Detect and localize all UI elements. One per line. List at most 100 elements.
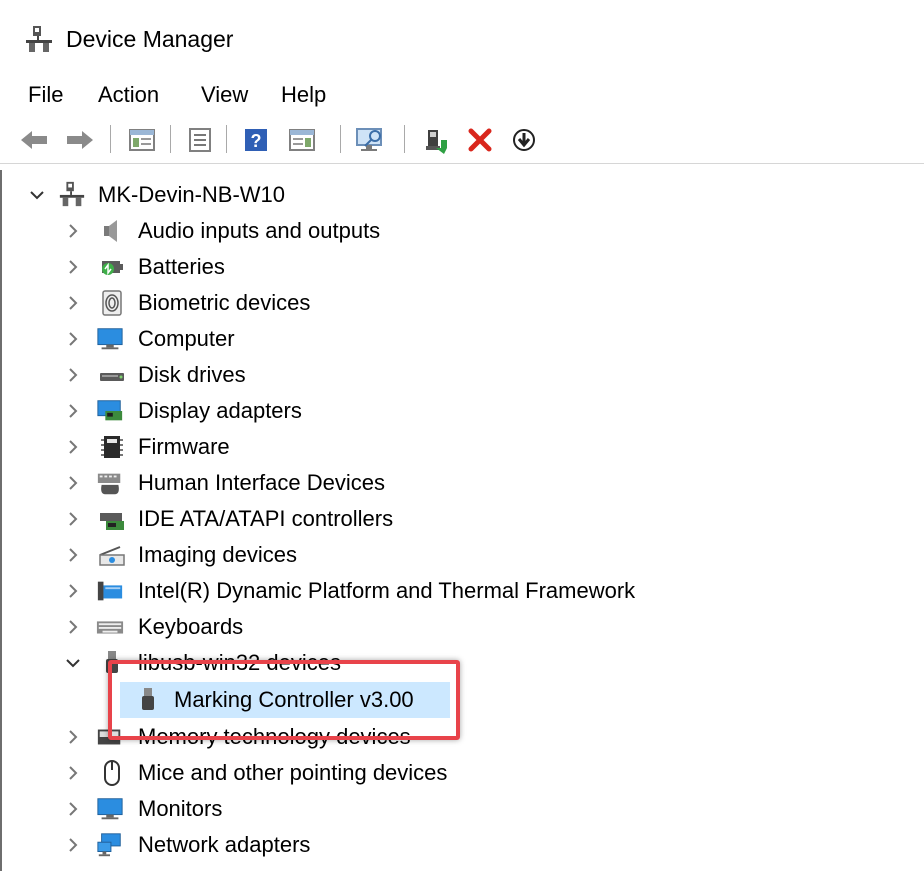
properties-icon (189, 128, 211, 152)
battery-icon (102, 261, 123, 276)
forward-arrow-icon (67, 131, 93, 149)
device-marking-controller[interactable]: Marking Controller v3.00 (2, 683, 902, 717)
chevron-right-icon[interactable] (64, 474, 82, 492)
device-label: Marking Controller v3.00 (174, 687, 414, 712)
menu-help[interactable]: Help (279, 80, 328, 110)
chevron-right-icon[interactable] (64, 546, 82, 564)
menu-action[interactable]: Action (96, 80, 161, 110)
back-arrow-icon (21, 131, 47, 149)
fingerprint-icon (102, 290, 122, 316)
update-driver-button[interactable] (418, 122, 454, 158)
chevron-right-icon[interactable] (64, 510, 82, 528)
chevron-right-icon[interactable] (64, 764, 82, 782)
chevron-down-icon[interactable] (28, 186, 46, 204)
category-batteries[interactable]: Batteries (2, 250, 902, 284)
category-computer[interactable]: Computer (2, 322, 902, 356)
menu-bar: File Action View Help (0, 76, 924, 114)
category-label: Mice and other pointing devices (138, 760, 448, 785)
category-network[interactable]: Network adapters (2, 828, 902, 862)
show-hide-console-tree-icon (129, 129, 155, 151)
category-imaging[interactable]: Imaging devices (2, 538, 902, 572)
category-ide[interactable]: IDE ATA/ATAPI controllers (2, 502, 902, 536)
monitor-icon (97, 798, 123, 820)
category-label: Computer (138, 326, 235, 351)
usb-plug-icon (106, 651, 118, 673)
toolbar: ? (0, 114, 924, 164)
hid-icon (97, 473, 121, 495)
category-disk-drives[interactable]: Disk drives (2, 358, 902, 392)
back-button[interactable] (16, 122, 52, 158)
category-monitors[interactable]: Monitors (2, 792, 902, 826)
category-memory[interactable]: Memory technology devices (2, 720, 902, 754)
chevron-right-icon[interactable] (64, 258, 82, 276)
category-label: Audio inputs and outputs (138, 218, 381, 243)
uninstall-x-icon (468, 128, 492, 152)
chevron-right-icon[interactable] (64, 222, 82, 240)
chevron-right-icon[interactable] (64, 618, 82, 636)
category-label: Human Interface Devices (138, 470, 385, 495)
category-label: libusb-win32 devices (138, 650, 341, 675)
category-label: Disk drives (138, 362, 246, 387)
chevron-right-icon[interactable] (64, 330, 82, 348)
keyboard-icon (96, 621, 124, 634)
usb-plug-icon (142, 688, 154, 710)
category-firmware[interactable]: Firmware (2, 430, 902, 464)
category-biometric[interactable]: Biometric devices (2, 286, 902, 320)
chevron-right-icon[interactable] (64, 582, 82, 600)
speaker-icon (104, 220, 117, 242)
chevron-right-icon[interactable] (64, 438, 82, 456)
menu-view[interactable]: View (199, 80, 250, 110)
window-title: Device Manager (66, 26, 234, 52)
help-button[interactable]: ? (238, 122, 274, 158)
category-label: Keyboards (138, 614, 244, 639)
svg-text:?: ? (251, 131, 262, 151)
category-libusb[interactable]: libusb-win32 devices (2, 646, 902, 680)
category-intel-dptf[interactable]: Intel(R) Dynamic Platform and Thermal Fr… (2, 574, 902, 608)
tree-root[interactable]: MK-Devin-NB-W10 (2, 178, 902, 212)
action-pane-icon (289, 129, 315, 151)
chevron-right-icon[interactable] (64, 366, 82, 384)
category-label: Monitors (138, 796, 223, 821)
device-manager-icon (26, 26, 52, 52)
category-label: Biometric devices (138, 290, 311, 315)
display-adapter-icon (97, 400, 123, 421)
category-label: IDE ATA/ATAPI controllers (138, 506, 394, 531)
ide-controller-icon (100, 513, 124, 530)
help-icon: ? (245, 129, 267, 151)
chevron-right-icon[interactable] (64, 800, 82, 818)
chevron-right-icon[interactable] (64, 294, 82, 312)
device-tree[interactable]: MK-Devin-NB-W10 Audio inputs and outputs… (0, 170, 924, 871)
show-hide-console-tree-button[interactable] (124, 122, 160, 158)
root-label: MK-Devin-NB-W10 (98, 182, 286, 207)
firmware-chip-icon (101, 436, 123, 458)
category-label: Imaging devices (138, 542, 297, 567)
chevron-right-icon[interactable] (64, 728, 82, 746)
category-label: Network adapters (138, 832, 311, 857)
menu-file[interactable]: File (26, 80, 65, 110)
forward-button[interactable] (62, 122, 98, 158)
category-display-adapters[interactable]: Display adapters (2, 394, 902, 428)
category-audio[interactable]: Audio inputs and outputs (2, 214, 902, 248)
disable-device-icon (513, 129, 535, 151)
uninstall-device-button[interactable] (462, 122, 498, 158)
category-label: Batteries (138, 254, 225, 279)
disk-drive-icon (100, 373, 124, 381)
computer-node-icon (59, 181, 85, 207)
category-label: Firmware (138, 434, 230, 459)
category-keyboards[interactable]: Keyboards (2, 610, 902, 644)
scanner-icon (99, 546, 125, 566)
scan-hardware-icon (356, 128, 382, 151)
action-pane-button[interactable] (284, 122, 320, 158)
properties-button[interactable] (182, 122, 218, 158)
chevron-right-icon[interactable] (64, 402, 82, 420)
scan-hardware-button[interactable] (352, 122, 388, 158)
mouse-icon (104, 760, 120, 786)
chevron-right-icon[interactable] (64, 836, 82, 854)
category-mice[interactable]: Mice and other pointing devices (2, 756, 902, 790)
disable-device-button[interactable] (506, 122, 542, 158)
update-driver-icon (426, 130, 447, 154)
category-hid[interactable]: Human Interface Devices (2, 466, 902, 500)
intel-framework-icon (97, 581, 123, 601)
chevron-down-icon[interactable] (64, 654, 82, 672)
category-label: Memory technology devices (138, 724, 411, 749)
